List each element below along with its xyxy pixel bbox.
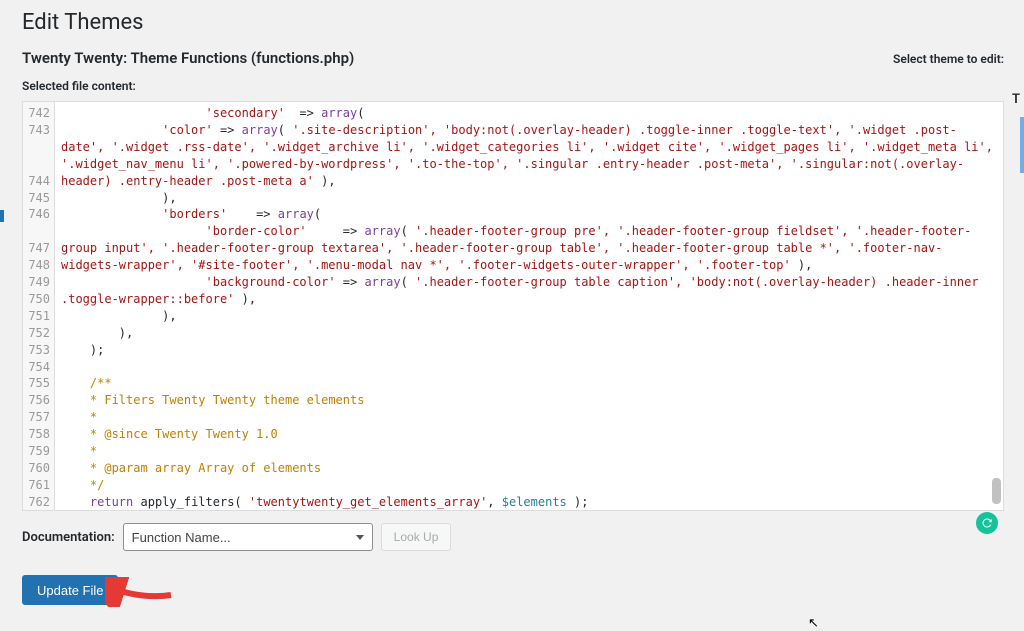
look-up-button[interactable]: Look Up xyxy=(381,523,452,551)
select-theme-label: Select theme to edit: xyxy=(893,52,1004,66)
admin-menu-edge xyxy=(0,210,4,222)
page-title: Edit Themes xyxy=(22,10,1004,35)
sidebar-highlight xyxy=(1020,117,1024,173)
scrollbar-thumb[interactable] xyxy=(992,478,1001,504)
code-content[interactable]: 'secondary' => array( 'color' => array( … xyxy=(55,102,1003,510)
grammarly-icon[interactable] xyxy=(976,512,998,534)
selected-file-content-label: Selected file content: xyxy=(22,79,1004,93)
theme-file-heading: Twenty Twenty: Theme Functions (function… xyxy=(22,49,354,67)
editor-scrollbar[interactable] xyxy=(991,104,1001,508)
line-number-gutter: 7427437447457467477487497507517527537547… xyxy=(23,102,55,510)
sidebar-letter: T xyxy=(1012,92,1020,107)
update-file-button[interactable]: Update File xyxy=(22,575,118,605)
code-editor[interactable]: 7427437447457467477487497507517527537547… xyxy=(22,101,1004,511)
documentation-label: Documentation: xyxy=(22,530,115,545)
function-name-select[interactable]: Function Name... xyxy=(123,523,373,551)
